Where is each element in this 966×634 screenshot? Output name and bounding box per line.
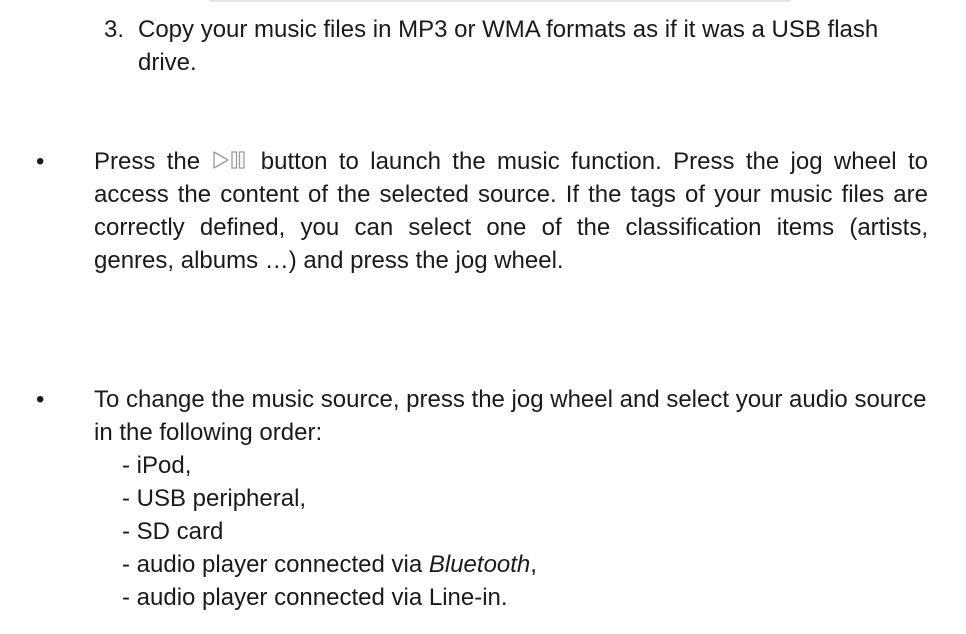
list-item: - audio player connected via Bluetooth,: [122, 548, 928, 581]
bullet-symbol: •: [36, 148, 45, 175]
bullet-change-source: • To change the music source, press the …: [36, 383, 936, 614]
bullet-launch-music-text: Press the button to launch the music fun…: [94, 145, 928, 277]
list-item: - USB peripheral,: [122, 485, 307, 512]
step-number: 3.: [104, 16, 125, 43]
bullet-change-source-content: To change the music source, press the jo…: [94, 383, 928, 614]
list-item-text-after: ,: [530, 551, 537, 578]
play-pause-icon: [211, 147, 249, 169]
list-item: - iPod,: [122, 452, 192, 479]
list-item-emphasis: Bluetooth: [428, 551, 531, 578]
bullet-launch-music: • Press the button to launch the music f…: [36, 145, 936, 277]
source-order-list: - iPod, - USB peripheral, - SD card - au…: [122, 449, 928, 614]
step-text: Copy your music files in MP3 or WMA form…: [138, 16, 879, 76]
step-3: 3. Copy your music files in MP3 or WMA f…: [104, 13, 934, 79]
bullet-text-before-icon: Press the: [94, 148, 201, 175]
list-item: - audio player connected via Line-in.: [122, 584, 508, 611]
list-item: - SD card: [122, 518, 224, 545]
top-divider: [210, 0, 790, 2]
list-item-text: - audio player connected via: [122, 551, 429, 578]
bullet-change-source-intro: To change the music source, press the jo…: [94, 386, 927, 446]
bullet-symbol: •: [36, 386, 45, 413]
